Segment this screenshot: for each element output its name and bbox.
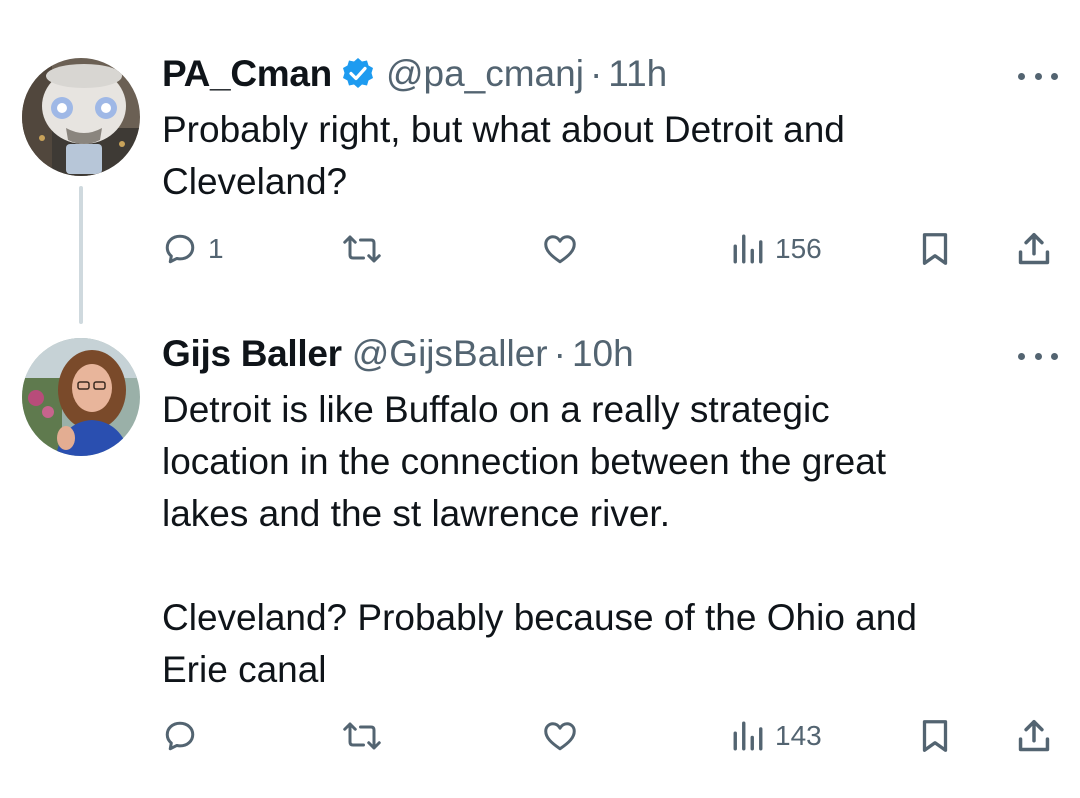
person-photo-avatar-icon: [22, 338, 140, 456]
retweet-icon: [343, 722, 381, 750]
timestamp[interactable]: 11h: [608, 52, 667, 96]
tweet-2[interactable]: Gijs Baller @GijsBaller · 10h Detroit is…: [0, 330, 1080, 798]
views-bar-chart-icon: [733, 721, 763, 751]
avatar[interactable]: [22, 58, 140, 176]
more-options-icon[interactable]: [1018, 346, 1058, 366]
bookmark-button[interactable]: [917, 716, 953, 756]
separator-dot: ·: [589, 53, 603, 94]
tweet-1[interactable]: PA_Cman @pa_cmanj · 11h Probably right, …: [0, 0, 1080, 330]
timestamp[interactable]: 10h: [572, 332, 634, 376]
share-icon: [1018, 720, 1050, 752]
author-handle[interactable]: @GijsBaller: [352, 332, 548, 376]
views-count: 156: [775, 233, 822, 264]
share-button[interactable]: [1015, 716, 1053, 756]
action-bar: 143: [0, 716, 1080, 756]
reply-count: 1: [208, 233, 224, 264]
retweet-icon: [343, 235, 381, 263]
views-button[interactable]: 143: [731, 716, 822, 756]
share-icon: [1018, 233, 1050, 265]
reply-icon: [165, 234, 195, 264]
separator-dot: ·: [553, 333, 566, 374]
avatar[interactable]: [22, 338, 140, 456]
views-bar-chart-icon: [733, 234, 763, 264]
verified-badge-icon: [340, 56, 376, 92]
like-button[interactable]: [541, 229, 579, 269]
heart-icon: [544, 235, 576, 264]
retweet-button[interactable]: [342, 716, 382, 756]
tweet-header: Gijs Baller @GijsBaller · 10h: [162, 332, 634, 376]
retweet-button[interactable]: [342, 229, 382, 269]
reply-button[interactable]: [162, 716, 208, 756]
views-count: 143: [775, 720, 822, 751]
heart-icon: [544, 722, 576, 751]
bookmark-icon: [922, 720, 948, 752]
tweet-text: Probably right, but what about Detroit a…: [162, 109, 845, 202]
author-handle[interactable]: @pa_cmanj: [386, 52, 584, 96]
reply-button[interactable]: 1: [162, 229, 224, 269]
views-button[interactable]: 156: [731, 229, 822, 269]
like-button[interactable]: [541, 716, 579, 756]
reply-icon: [165, 721, 195, 751]
more-options-icon[interactable]: [1018, 66, 1058, 86]
action-bar: 1 156: [0, 229, 1080, 269]
tweet-text: Detroit is like Buffalo on a really stra…: [162, 389, 917, 690]
share-button[interactable]: [1015, 229, 1053, 269]
tweet-header: PA_Cman @pa_cmanj · 11h: [162, 52, 667, 96]
funko-figure-avatar-icon: [22, 58, 140, 176]
bookmark-icon: [922, 233, 948, 265]
thread-connector-line: [79, 186, 83, 324]
author-name[interactable]: PA_Cman: [162, 52, 332, 96]
author-name[interactable]: Gijs Baller: [162, 332, 342, 376]
bookmark-button[interactable]: [917, 229, 953, 269]
